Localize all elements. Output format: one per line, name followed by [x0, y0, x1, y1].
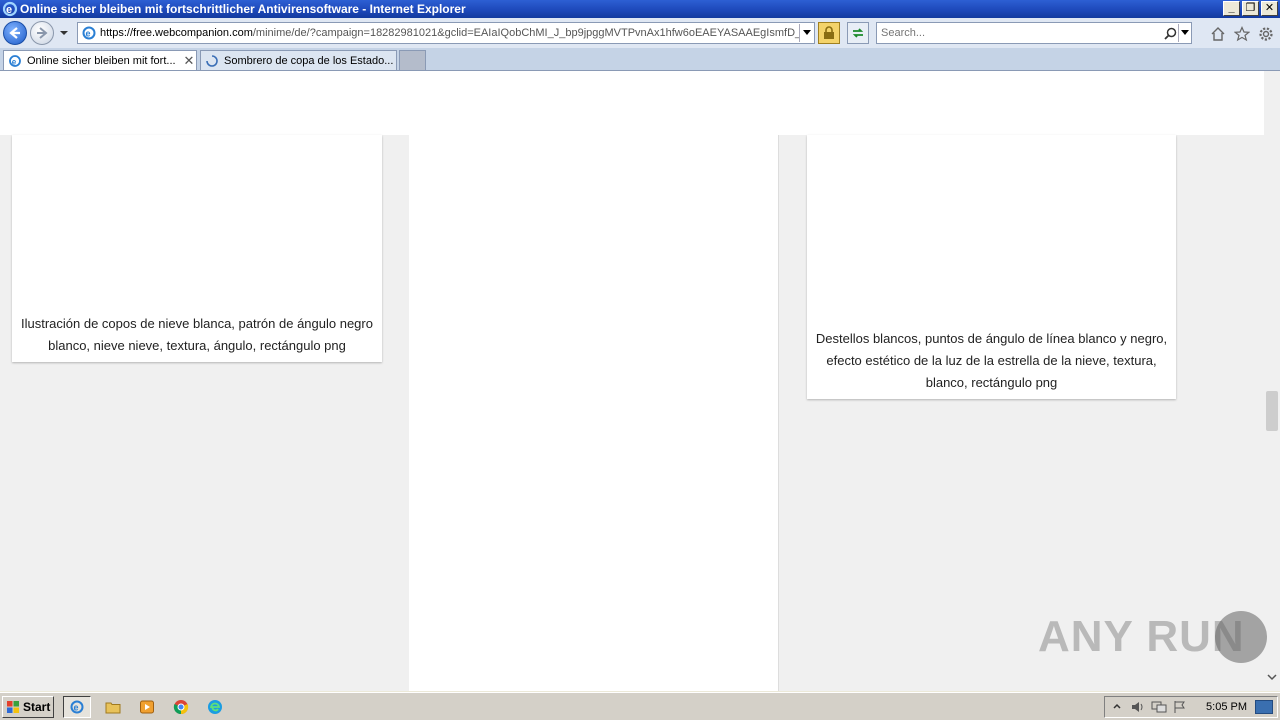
tab-label: Sombrero de copa de los Estado... [224, 54, 394, 67]
chevron-down-icon [803, 30, 811, 35]
volume-icon[interactable] [1129, 698, 1147, 716]
svg-text:e: e [86, 29, 91, 39]
image-card-snowflakes[interactable]: Ilustración de copos de nieve blanca, pa… [12, 135, 382, 362]
search-box[interactable] [876, 22, 1192, 44]
window-titlebar: e Online sicher bleiben mit fortschrittl… [0, 0, 1280, 18]
start-button[interactable]: Start [2, 696, 54, 718]
lock-icon [824, 26, 834, 39]
svg-text:e: e [74, 703, 79, 713]
url-path: /minime/de/?campaign=18282981021&gclid=E… [252, 27, 799, 39]
gear-icon[interactable] [1258, 26, 1274, 42]
arrow-left-icon [9, 27, 20, 39]
folder-icon [105, 702, 121, 714]
ie-page-icon: e [8, 54, 22, 68]
address-bar[interactable]: e https://free.webcompanion.com/minime/d… [77, 22, 815, 44]
chevron-down-icon [60, 31, 68, 35]
arrow-right-icon [37, 27, 48, 39]
anyrun-watermark: ANY RUN [1038, 611, 1267, 663]
svg-text:e: e [12, 57, 17, 66]
taskbar-edge-button[interactable] [201, 696, 229, 718]
svg-text:e: e [6, 4, 12, 16]
security-lock-button[interactable] [818, 22, 840, 44]
taskbar-media-player-button[interactable] [133, 696, 161, 718]
url-domain: https://free.webcompanion.com [100, 27, 253, 39]
media-player-icon [140, 700, 154, 714]
minimize-button[interactable]: _ [1223, 1, 1240, 16]
edge-icon [208, 700, 222, 714]
image-card-sparkles[interactable]: Destellos blancos, puntos de ángulo de l… [807, 135, 1176, 399]
window-title: Online sicher bleiben mit fortschrittlic… [20, 2, 466, 16]
tab-label: Online sicher bleiben mit fort... [27, 54, 176, 67]
taskbar-explorer-button[interactable] [99, 696, 127, 718]
page-viewport: Ilustración de copos de nieve blanca, pa… [0, 71, 1280, 691]
loading-spinner-icon [205, 54, 219, 68]
favorites-star-icon[interactable] [1234, 26, 1250, 42]
card-caption: Destellos blancos, puntos de ángulo de l… [815, 331, 1168, 390]
card-caption: Ilustración de copos de nieve blanca, pa… [21, 316, 373, 353]
scroll-thumb[interactable] [1266, 391, 1278, 431]
system-tray: 5:05 PM [1104, 696, 1278, 718]
tab-sombrero[interactable]: Sombrero de copa de los Estado... [200, 50, 397, 70]
address-dropdown-button[interactable] [799, 24, 814, 42]
browser-tools [1210, 26, 1274, 42]
watermark-circle-icon [1214, 611, 1267, 663]
page-header [0, 71, 1264, 135]
tab-bar: e Online sicher bleiben mit fort... ✕ So… [0, 48, 1280, 71]
start-label: Start [23, 700, 51, 714]
close-window-button[interactable]: ✕ [1261, 1, 1278, 16]
watermark-text: ANY RUN [1038, 612, 1245, 661]
navigation-bar: e https://free.webcompanion.com/minime/d… [0, 18, 1280, 48]
compatibility-refresh-button[interactable] [847, 22, 869, 44]
search-input[interactable] [877, 24, 1162, 42]
ie-icon: e [70, 700, 84, 714]
taskbar-ie-button[interactable]: e [63, 696, 91, 718]
ie-logo-icon: e [2, 1, 18, 17]
search-icon [1163, 27, 1176, 40]
window-controls: _ ❐ ✕ [1223, 1, 1278, 16]
show-desktop-button[interactable] [1255, 700, 1273, 714]
chevron-down-icon [1267, 673, 1277, 680]
windows-flag-icon [7, 701, 19, 713]
clock[interactable]: 5:05 PM [1206, 701, 1247, 713]
forward-button[interactable] [30, 21, 54, 45]
action-center-flag-icon[interactable] [1171, 698, 1189, 716]
scroll-down-button[interactable] [1264, 669, 1280, 685]
chevron-down-icon [1181, 30, 1189, 35]
tray-expand-icon[interactable] [1108, 698, 1126, 716]
search-provider-dropdown[interactable] [1178, 24, 1191, 42]
network-icon[interactable] [1150, 698, 1168, 716]
address-url[interactable]: https://free.webcompanion.com/minime/de/… [100, 27, 799, 39]
page-ie-icon: e [82, 26, 96, 40]
chrome-icon [173, 700, 189, 715]
new-tab-button[interactable] [399, 50, 426, 70]
close-tab-icon[interactable]: ✕ [182, 53, 196, 69]
home-icon[interactable] [1210, 26, 1226, 42]
taskbar: Start e 5:05 PM [0, 692, 1280, 720]
restore-button[interactable]: ❐ [1242, 1, 1259, 16]
taskbar-chrome-button[interactable] [167, 696, 195, 718]
vertical-scrollbar[interactable] [1264, 135, 1280, 691]
refresh-icon [852, 28, 864, 38]
tab-online-sicher[interactable]: e Online sicher bleiben mit fort... ✕ [3, 50, 197, 70]
back-button[interactable] [3, 21, 27, 45]
history-dropdown-button[interactable] [58, 26, 70, 40]
search-button[interactable] [1162, 24, 1178, 42]
middle-column [409, 135, 779, 691]
